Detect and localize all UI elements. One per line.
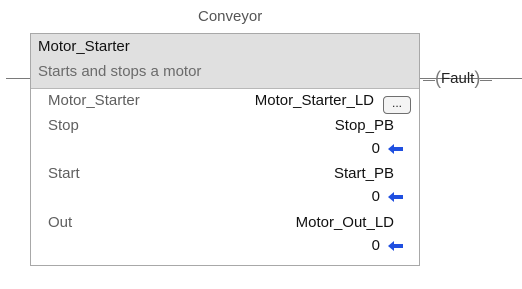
- coil-lead-left: [423, 79, 435, 81]
- coil-lead-right: [480, 79, 493, 81]
- rung-wire-left: [6, 78, 30, 79]
- coil-open-paren: (: [435, 68, 441, 88]
- param-tag-out[interactable]: Motor_Out_LD: [296, 214, 394, 231]
- block-description: Starts and stops a motor: [38, 63, 202, 80]
- arrow-left-icon: [388, 241, 403, 251]
- ellipsis-icon: ...: [391, 96, 402, 110]
- function-block[interactable]: Motor_Starter Starts and stops a motor M…: [30, 33, 420, 266]
- param-tag-start[interactable]: Start_PB: [334, 165, 394, 182]
- param-label-start: Start: [48, 165, 80, 182]
- param-label-out: Out: [48, 214, 73, 231]
- param-value-start: 0: [371, 188, 380, 205]
- param-tag-stop[interactable]: Stop_PB: [335, 117, 394, 134]
- arrow-left-icon: [388, 192, 403, 202]
- param-value-stop: 0: [371, 140, 380, 157]
- properties-button[interactable]: ...: [383, 96, 411, 114]
- block-header: Motor_Starter Starts and stops a motor: [31, 34, 419, 89]
- fault-coil[interactable]: (Fault): [423, 67, 493, 89]
- coil-close-paren: ): [474, 68, 481, 88]
- param-tag-instance[interactable]: Motor_Starter_LD: [255, 92, 374, 109]
- rung-tag-label: Conveyor: [198, 8, 263, 25]
- block-name: Motor_Starter: [38, 38, 130, 55]
- coil-label: Fault: [441, 70, 475, 87]
- param-label-instance: Motor_Starter: [48, 92, 140, 109]
- param-value-out: 0: [371, 237, 380, 254]
- param-label-stop: Stop: [48, 117, 79, 134]
- arrow-left-icon: [388, 144, 403, 154]
